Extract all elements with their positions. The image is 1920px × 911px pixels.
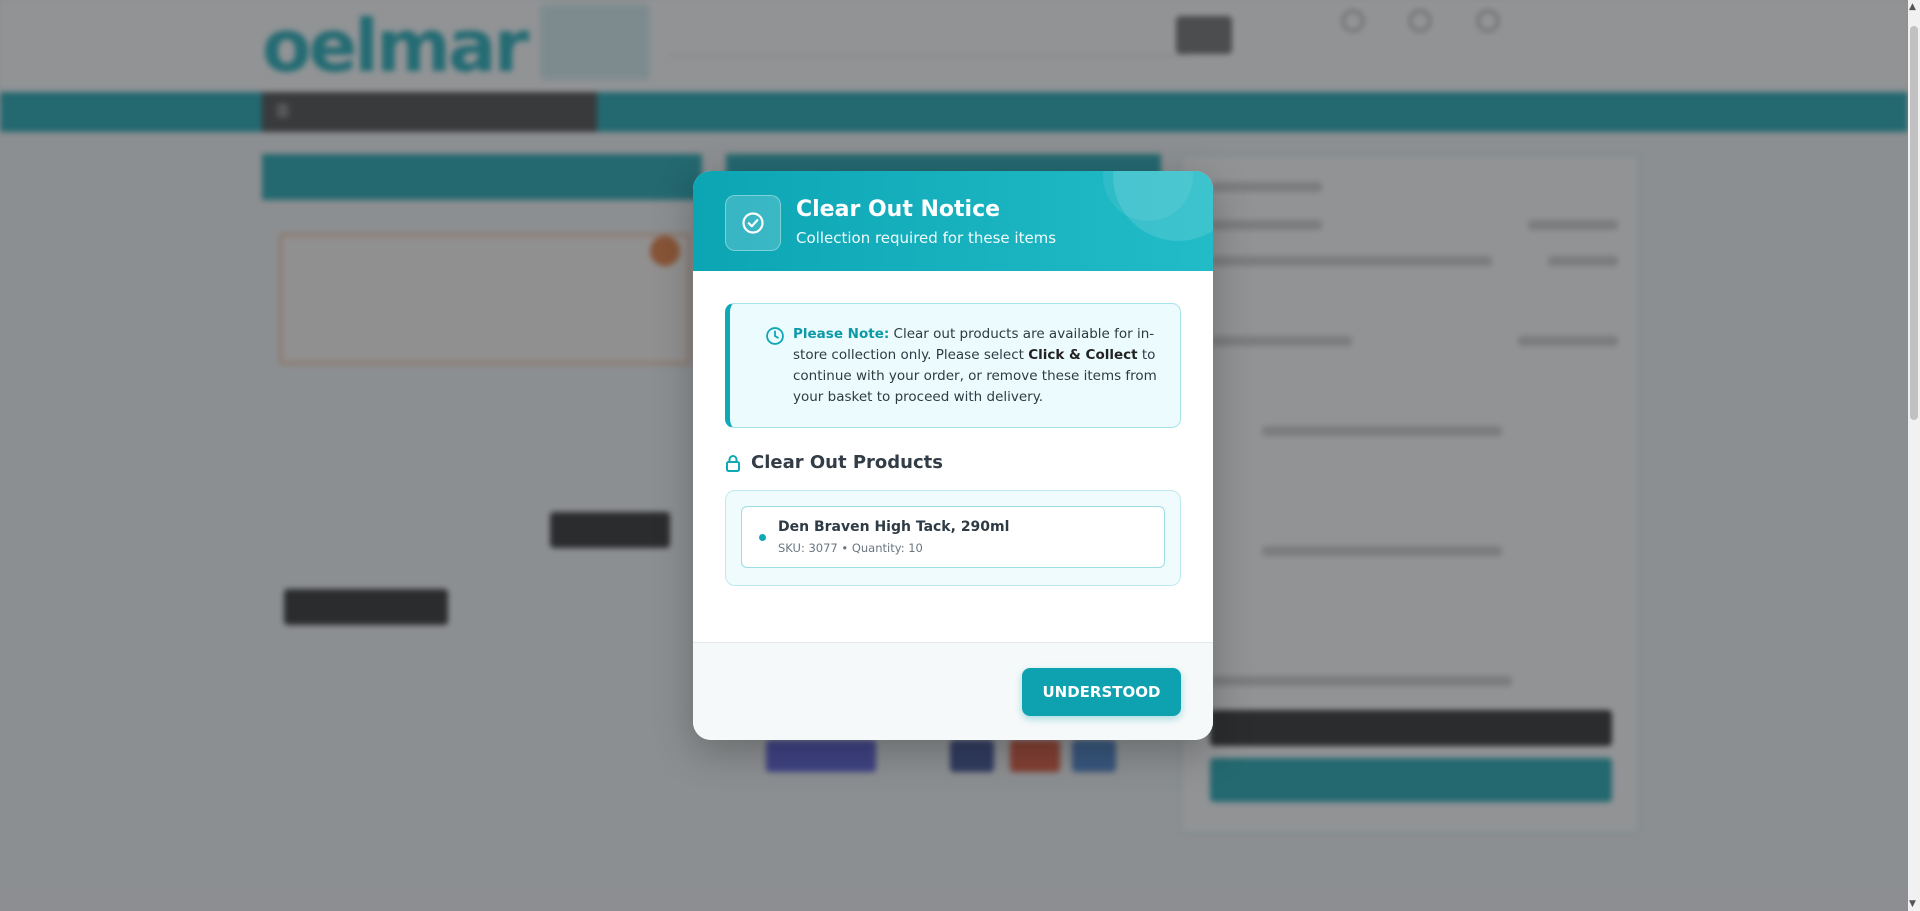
note-lead: Please Note: [793,326,890,342]
page-scrollbar[interactable]: ▲ ▼ [1908,0,1920,911]
clock-icon [765,326,785,353]
understood-button[interactable]: UNDERSTOOD [1022,668,1181,716]
dialog-title: Clear Out Notice [796,197,1001,222]
scroll-up-icon[interactable]: ▲ [1909,2,1916,12]
dialog-header: Clear Out Notice Collection required for… [693,171,1213,271]
product-name: Den Braven High Tack, 290ml [778,519,1010,535]
clear-out-notice-dialog: Clear Out Notice Collection required for… [693,171,1213,740]
bullet-dot [759,534,766,541]
please-note-callout: Please Note: Clear out products are avai… [725,303,1181,428]
click-collect-emphasis: Click & Collect [1028,347,1138,363]
dialog-footer: UNDERSTOOD [693,642,1213,740]
section-title-label: Clear Out Products [751,452,943,473]
scrollbar-thumb[interactable] [1910,26,1918,420]
list-item: Den Braven High Tack, 290ml SKU: 3077 • … [741,506,1165,568]
check-circle-icon [725,195,781,251]
clear-out-products-heading: Clear Out Products [725,452,943,473]
dialog-subtitle: Collection required for these items [796,229,1057,247]
clear-out-product-list: Den Braven High Tack, 290ml SKU: 3077 • … [725,490,1181,586]
product-meta: SKU: 3077 • Quantity: 10 [778,541,923,555]
lock-icon [726,454,740,472]
scroll-down-icon[interactable]: ▼ [1909,899,1916,909]
